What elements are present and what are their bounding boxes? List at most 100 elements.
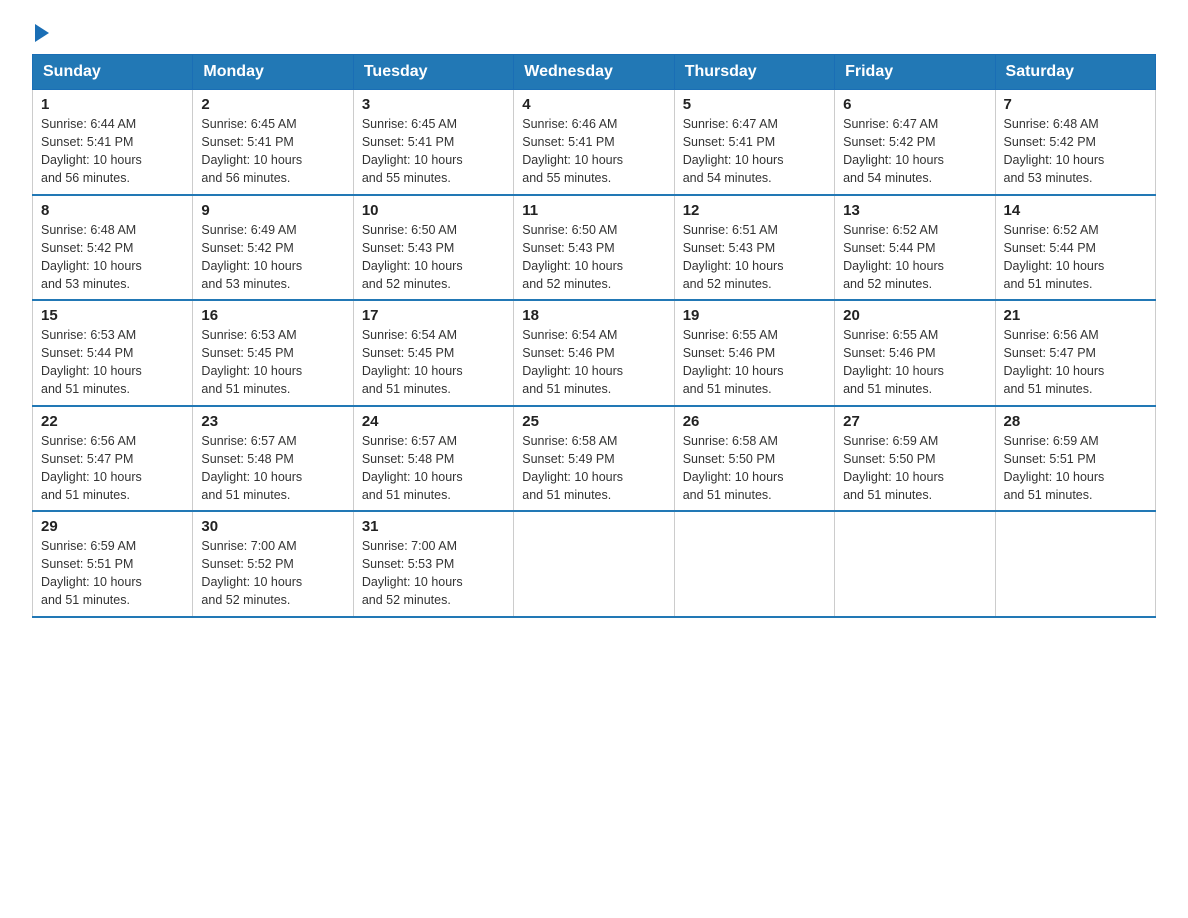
day-info: Sunrise: 6:48 AMSunset: 5:42 PMDaylight:… [41, 223, 142, 291]
calendar-week-row: 1 Sunrise: 6:44 AMSunset: 5:41 PMDayligh… [33, 90, 1156, 195]
day-info: Sunrise: 6:58 AMSunset: 5:50 PMDaylight:… [683, 434, 784, 502]
calendar-cell: 10 Sunrise: 6:50 AMSunset: 5:43 PMDaylig… [353, 195, 513, 301]
day-number: 18 [522, 307, 665, 324]
day-number: 29 [41, 518, 184, 535]
day-info: Sunrise: 6:44 AMSunset: 5:41 PMDaylight:… [41, 117, 142, 185]
calendar-week-row: 8 Sunrise: 6:48 AMSunset: 5:42 PMDayligh… [33, 195, 1156, 301]
calendar-cell: 9 Sunrise: 6:49 AMSunset: 5:42 PMDayligh… [193, 195, 353, 301]
day-number: 30 [201, 518, 344, 535]
day-info: Sunrise: 6:47 AMSunset: 5:41 PMDaylight:… [683, 117, 784, 185]
calendar-cell: 27 Sunrise: 6:59 AMSunset: 5:50 PMDaylig… [835, 406, 995, 512]
day-number: 1 [41, 96, 184, 113]
day-info: Sunrise: 6:49 AMSunset: 5:42 PMDaylight:… [201, 223, 302, 291]
day-info: Sunrise: 6:50 AMSunset: 5:43 PMDaylight:… [362, 223, 463, 291]
calendar-cell: 21 Sunrise: 6:56 AMSunset: 5:47 PMDaylig… [995, 300, 1155, 406]
calendar-table: SundayMondayTuesdayWednesdayThursdayFrid… [32, 54, 1156, 618]
day-number: 10 [362, 202, 505, 219]
day-info: Sunrise: 6:51 AMSunset: 5:43 PMDaylight:… [683, 223, 784, 291]
day-info: Sunrise: 6:58 AMSunset: 5:49 PMDaylight:… [522, 434, 623, 502]
day-number: 24 [362, 413, 505, 430]
day-info: Sunrise: 6:54 AMSunset: 5:45 PMDaylight:… [362, 328, 463, 396]
day-info: Sunrise: 6:55 AMSunset: 5:46 PMDaylight:… [683, 328, 784, 396]
calendar-cell: 31 Sunrise: 7:00 AMSunset: 5:53 PMDaylig… [353, 511, 513, 617]
day-info: Sunrise: 6:59 AMSunset: 5:50 PMDaylight:… [843, 434, 944, 502]
logo-arrow-icon [35, 24, 49, 42]
day-number: 17 [362, 307, 505, 324]
calendar-cell: 11 Sunrise: 6:50 AMSunset: 5:43 PMDaylig… [514, 195, 674, 301]
calendar-cell: 15 Sunrise: 6:53 AMSunset: 5:44 PMDaylig… [33, 300, 193, 406]
day-info: Sunrise: 6:59 AMSunset: 5:51 PMDaylight:… [41, 539, 142, 607]
day-number: 28 [1004, 413, 1147, 430]
day-info: Sunrise: 6:46 AMSunset: 5:41 PMDaylight:… [522, 117, 623, 185]
day-number: 19 [683, 307, 826, 324]
weekday-header-monday: Monday [193, 55, 353, 90]
day-number: 8 [41, 202, 184, 219]
calendar-cell: 13 Sunrise: 6:52 AMSunset: 5:44 PMDaylig… [835, 195, 995, 301]
day-number: 13 [843, 202, 986, 219]
logo-blue-text [32, 24, 49, 44]
logo [32, 24, 49, 44]
calendar-cell: 14 Sunrise: 6:52 AMSunset: 5:44 PMDaylig… [995, 195, 1155, 301]
day-info: Sunrise: 6:53 AMSunset: 5:45 PMDaylight:… [201, 328, 302, 396]
calendar-cell [514, 511, 674, 617]
calendar-cell: 19 Sunrise: 6:55 AMSunset: 5:46 PMDaylig… [674, 300, 834, 406]
day-number: 26 [683, 413, 826, 430]
day-info: Sunrise: 6:56 AMSunset: 5:47 PMDaylight:… [41, 434, 142, 502]
day-number: 20 [843, 307, 986, 324]
page-header [32, 24, 1156, 44]
weekday-header-friday: Friday [835, 55, 995, 90]
calendar-cell: 29 Sunrise: 6:59 AMSunset: 5:51 PMDaylig… [33, 511, 193, 617]
calendar-cell: 25 Sunrise: 6:58 AMSunset: 5:49 PMDaylig… [514, 406, 674, 512]
calendar-cell: 22 Sunrise: 6:56 AMSunset: 5:47 PMDaylig… [33, 406, 193, 512]
calendar-cell: 24 Sunrise: 6:57 AMSunset: 5:48 PMDaylig… [353, 406, 513, 512]
day-number: 27 [843, 413, 986, 430]
day-number: 15 [41, 307, 184, 324]
calendar-cell [995, 511, 1155, 617]
calendar-cell: 2 Sunrise: 6:45 AMSunset: 5:41 PMDayligh… [193, 90, 353, 195]
day-info: Sunrise: 6:52 AMSunset: 5:44 PMDaylight:… [1004, 223, 1105, 291]
day-info: Sunrise: 7:00 AMSunset: 5:53 PMDaylight:… [362, 539, 463, 607]
calendar-cell: 23 Sunrise: 6:57 AMSunset: 5:48 PMDaylig… [193, 406, 353, 512]
weekday-header-wednesday: Wednesday [514, 55, 674, 90]
day-info: Sunrise: 6:47 AMSunset: 5:42 PMDaylight:… [843, 117, 944, 185]
calendar-cell: 20 Sunrise: 6:55 AMSunset: 5:46 PMDaylig… [835, 300, 995, 406]
weekday-header-row: SundayMondayTuesdayWednesdayThursdayFrid… [33, 55, 1156, 90]
day-info: Sunrise: 6:50 AMSunset: 5:43 PMDaylight:… [522, 223, 623, 291]
day-number: 22 [41, 413, 184, 430]
day-info: Sunrise: 6:57 AMSunset: 5:48 PMDaylight:… [201, 434, 302, 502]
calendar-cell [835, 511, 995, 617]
day-number: 3 [362, 96, 505, 113]
day-number: 21 [1004, 307, 1147, 324]
day-number: 12 [683, 202, 826, 219]
calendar-cell: 1 Sunrise: 6:44 AMSunset: 5:41 PMDayligh… [33, 90, 193, 195]
weekday-header-sunday: Sunday [33, 55, 193, 90]
day-info: Sunrise: 6:53 AMSunset: 5:44 PMDaylight:… [41, 328, 142, 396]
day-number: 14 [1004, 202, 1147, 219]
calendar-cell: 12 Sunrise: 6:51 AMSunset: 5:43 PMDaylig… [674, 195, 834, 301]
day-number: 5 [683, 96, 826, 113]
calendar-cell: 26 Sunrise: 6:58 AMSunset: 5:50 PMDaylig… [674, 406, 834, 512]
calendar-week-row: 22 Sunrise: 6:56 AMSunset: 5:47 PMDaylig… [33, 406, 1156, 512]
weekday-header-saturday: Saturday [995, 55, 1155, 90]
weekday-header-thursday: Thursday [674, 55, 834, 90]
day-number: 6 [843, 96, 986, 113]
day-number: 9 [201, 202, 344, 219]
calendar-cell: 18 Sunrise: 6:54 AMSunset: 5:46 PMDaylig… [514, 300, 674, 406]
day-number: 31 [362, 518, 505, 535]
calendar-cell: 30 Sunrise: 7:00 AMSunset: 5:52 PMDaylig… [193, 511, 353, 617]
day-number: 16 [201, 307, 344, 324]
day-info: Sunrise: 7:00 AMSunset: 5:52 PMDaylight:… [201, 539, 302, 607]
day-info: Sunrise: 6:55 AMSunset: 5:46 PMDaylight:… [843, 328, 944, 396]
calendar-cell: 28 Sunrise: 6:59 AMSunset: 5:51 PMDaylig… [995, 406, 1155, 512]
calendar-cell: 6 Sunrise: 6:47 AMSunset: 5:42 PMDayligh… [835, 90, 995, 195]
calendar-week-row: 29 Sunrise: 6:59 AMSunset: 5:51 PMDaylig… [33, 511, 1156, 617]
day-info: Sunrise: 6:45 AMSunset: 5:41 PMDaylight:… [201, 117, 302, 185]
calendar-cell: 5 Sunrise: 6:47 AMSunset: 5:41 PMDayligh… [674, 90, 834, 195]
calendar-week-row: 15 Sunrise: 6:53 AMSunset: 5:44 PMDaylig… [33, 300, 1156, 406]
calendar-cell: 4 Sunrise: 6:46 AMSunset: 5:41 PMDayligh… [514, 90, 674, 195]
day-number: 4 [522, 96, 665, 113]
day-info: Sunrise: 6:57 AMSunset: 5:48 PMDaylight:… [362, 434, 463, 502]
day-number: 25 [522, 413, 665, 430]
calendar-cell: 17 Sunrise: 6:54 AMSunset: 5:45 PMDaylig… [353, 300, 513, 406]
day-info: Sunrise: 6:48 AMSunset: 5:42 PMDaylight:… [1004, 117, 1105, 185]
